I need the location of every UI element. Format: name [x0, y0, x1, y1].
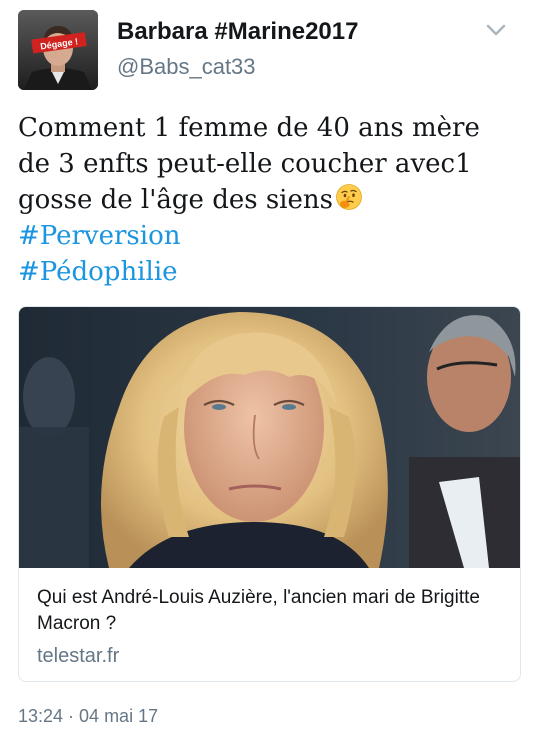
tweet-timestamp[interactable]: 13:24 · 04 mai 17: [18, 706, 158, 727]
chevron-down-icon[interactable]: [484, 20, 508, 40]
tweet-text: Comment 1 femme de 40 ans mère de 3 enft…: [18, 110, 528, 290]
user-handle[interactable]: @Babs_cat33: [117, 54, 256, 80]
tweet: Dégage ! Barbara #Marine2017 @Babs_cat33…: [0, 0, 539, 739]
tweet-text-line: Comment 1 femme de 40 ans mère: [18, 113, 480, 143]
thinking-face-emoji-icon: [334, 182, 364, 212]
card-image[interactable]: [19, 307, 520, 568]
avatar-image: Dégage !: [18, 10, 98, 90]
avatar[interactable]: Dégage !: [18, 10, 98, 90]
card-domain[interactable]: telestar.fr: [37, 645, 119, 668]
tweet-text-line-with-emoji: gosse de l'âge des siens: [18, 182, 528, 218]
hashtag-link-pedophilie[interactable]: #Pédophilie: [18, 254, 528, 290]
tweet-text-line: gosse de l'âge des siens: [18, 185, 333, 215]
hashtag-link-perversion[interactable]: #Perversion: [18, 218, 528, 254]
card-title[interactable]: Qui est André-Louis Auzière, l'ancien ma…: [37, 585, 502, 637]
link-preview-card[interactable]: Qui est André-Louis Auzière, l'ancien ma…: [18, 306, 521, 682]
tweet-text-line: de 3 enfts peut-elle coucher avec1: [18, 149, 472, 179]
display-name[interactable]: Barbara #Marine2017: [117, 18, 358, 46]
